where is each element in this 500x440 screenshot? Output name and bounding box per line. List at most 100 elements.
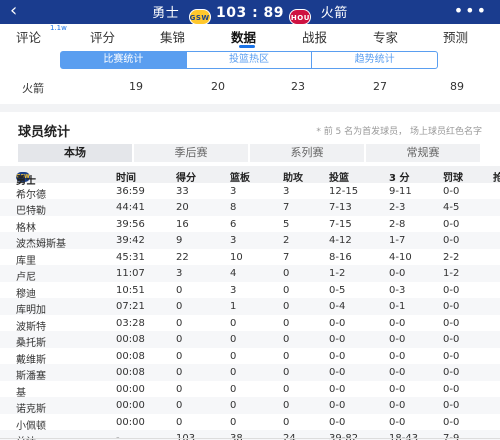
minutes-cell: 00:00 [116,400,145,411]
minutes-cell: 11:07 [116,268,145,279]
minutes-cell: 03:28 [116,317,145,329]
three-points-cell: 9-11 [389,185,412,197]
points-cell: 0 [176,317,183,329]
table-row[interactable]: 卢尼 11:07 3 4 0 1-2 0-0 1-2 [0,265,500,283]
points-cell: 33 [176,185,189,197]
segment-shot-chart[interactable]: 投篮热区 [187,52,313,68]
field-goals-cell: 4-12 [329,235,352,246]
three-points-cell: 0-0 [389,334,406,345]
quarter-score-row: 火箭 19 20 23 27 89 [0,76,500,96]
field-goals-cell: 0-5 [329,284,346,296]
assists-cell: 3 [283,185,290,197]
main-tabs: 评论 1.1w 评分 集锦 数据 战报 专家 预测 [0,24,500,48]
minutes-cell: 45:31 [116,251,145,263]
field-goals-cell: 0-0 [329,400,346,411]
points-cell: 16 [176,218,189,230]
subtab-regular-season[interactable]: 常规赛 [366,144,480,162]
rebounds-cell: 0 [230,383,237,395]
assists-cell: 7 [283,202,290,213]
assists-cell: 0 [283,400,290,411]
points-cell: 22 [176,251,189,263]
minutes-cell: 36:59 [116,185,145,197]
rebounds-cell: 0 [230,317,237,329]
tab-ratings[interactable]: 评分 [90,27,115,46]
field-goals-cell: 0-0 [329,350,346,362]
points-cell: 0 [176,334,183,345]
tab-data[interactable]: 数据 [231,27,256,46]
free-throws-cell: 0-0 [443,383,460,395]
segment-trends[interactable]: 趋势统计 [312,52,437,68]
three-points-cell: 2-3 [389,202,406,213]
rebounds-cell: 10 [230,251,243,263]
points-cell: 0 [176,301,183,312]
table-row[interactable]: 库里 45:31 22 10 7 8-16 4-10 2-2 [0,249,500,267]
three-points-cell: 0-1 [389,301,406,312]
rebounds-cell: 3 [230,235,237,246]
table-row[interactable]: 小佩顿 00:00 0 0 0 0-0 0-0 0-0 [0,414,500,432]
quarter-2-score: 20 [211,80,225,93]
minutes-cell: 00:00 [116,416,145,428]
minutes-cell: 39:42 [116,235,145,246]
table-row[interactable]: 波斯特 03:28 0 0 0 0-0 0-0 0-0 [0,315,500,333]
minutes-cell: 00:00 [116,383,145,395]
assists-cell: 7 [283,251,290,263]
tab-predictions[interactable]: 预测 [443,27,468,46]
scoreboard: 勇士 GSW 103 : 89 HOU 火箭 [0,2,500,25]
free-throws-cell: 0-0 [443,334,460,345]
rebounds-cell: 0 [230,400,237,411]
table-row[interactable]: 戴维斯 00:08 0 0 0 0-0 0-0 0-0 [0,348,500,366]
tab-highlights[interactable]: 集锦 [160,27,185,46]
field-goals-cell: 0-0 [329,383,346,395]
table-row[interactable]: 波杰姆斯基 39:42 9 3 2 4-12 1-7 0-0 [0,232,500,250]
tab-label: 评论 [16,30,42,45]
tab-experts[interactable]: 专家 [373,27,398,46]
rebounds-cell: 0 [230,367,237,378]
subtab-this-game[interactable]: 本场 [18,144,132,162]
field-goals-cell: 1-2 [329,268,346,279]
table-row[interactable]: 巴特勒 44:41 20 8 7 7-13 2-3 4-5 [0,199,500,217]
table-row[interactable]: 桑托斯 00:08 0 0 0 0-0 0-0 0-0 [0,331,500,349]
tab-report[interactable]: 战报 [302,27,327,46]
free-throws-cell: 0-0 [443,317,460,329]
three-points-cell: 0-0 [389,317,406,329]
subtab-series[interactable]: 系列赛 [250,144,364,162]
active-tab-indicator [239,45,255,48]
free-throws-cell: 0-0 [443,235,460,246]
free-throws-cell: 0-0 [443,218,460,230]
score-text: 103 : 89 [215,5,285,21]
points-cell: 0 [176,416,183,428]
points-cell: 9 [176,235,183,246]
bottom-divider [0,438,500,439]
table-row[interactable]: 格林 39:56 16 6 5 7-15 2-8 0-0 [0,216,500,234]
points-cell: 3 [176,268,183,279]
quarter-total-score: 89 [450,80,464,93]
field-goals-cell: 0-0 [329,317,346,329]
quarter-4-score: 27 [373,80,387,93]
three-points-cell: 0-0 [389,400,406,411]
table-row[interactable]: 诺克斯 00:00 0 0 0 0-0 0-0 0-0 [0,397,500,415]
segment-game-stats[interactable]: 比赛统计 [61,52,187,68]
rebounds-cell: 0 [230,350,237,362]
field-goals-cell: 0-0 [329,367,346,378]
minutes-cell: 44:41 [116,202,145,213]
assists-cell: 0 [283,334,290,345]
subtab-playoffs[interactable]: 季后赛 [134,144,248,162]
table-row[interactable]: 基 00:00 0 0 0 0-0 0-0 0-0 [0,381,500,399]
table-row[interactable]: 穆迪 10:51 0 3 0 0-5 0-3 0-0 [0,282,500,300]
table-row[interactable]: 希尔德 36:59 33 3 3 12-15 9-11 0-0 [0,183,500,201]
table-row[interactable]: 库明加 07:21 0 1 0 0-4 0-1 0-0 [0,298,500,316]
tab-comments[interactable]: 评论 1.1w [16,24,67,46]
three-points-cell: 0-0 [389,416,406,428]
rebounds-cell: 4 [230,268,237,279]
table-row[interactable]: 斯潘塞 00:08 0 0 0 0-0 0-0 0-0 [0,364,500,382]
free-throws-cell: 2-2 [443,251,460,263]
rebounds-cell: 3 [230,185,237,197]
minutes-cell: 10:51 [116,284,145,296]
home-team-name: 勇士 [152,6,180,21]
free-throws-cell: 0-0 [443,350,460,362]
more-options-icon[interactable]: ••• [454,1,488,20]
assists-cell: 2 [283,235,290,246]
free-throws-cell: 4-5 [443,202,460,213]
assists-cell: 0 [283,350,290,362]
stats-segment-control: 比赛统计 投篮热区 趋势统计 [60,51,438,69]
